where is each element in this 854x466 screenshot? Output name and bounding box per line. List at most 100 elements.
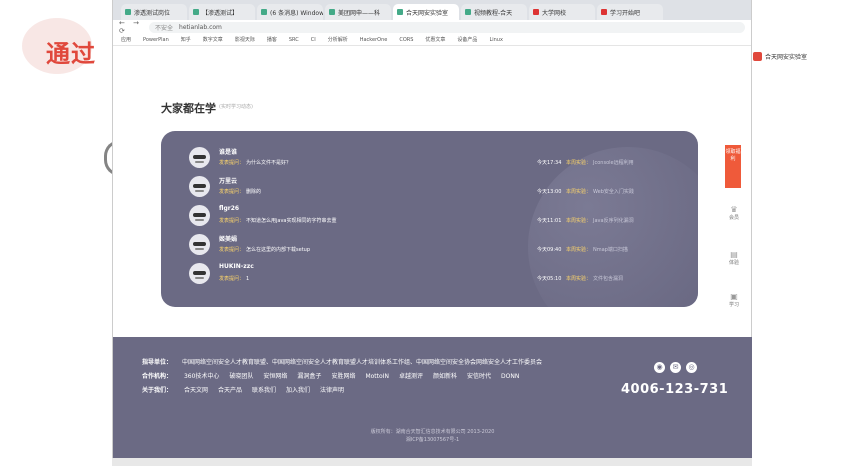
feed-post-text: 不知道怎么用java实现相同的字符串去重 <box>246 218 337 224</box>
browser-tab[interactable]: 视频教程-合天 <box>461 4 527 20</box>
bookmark-item[interactable]: 应用 <box>121 36 131 43</box>
bookmark-item[interactable]: 影视天际 <box>235 36 255 43</box>
bookmark-item[interactable]: CORS <box>399 37 413 43</box>
footer-about-link[interactable]: 加入我们 <box>286 387 310 394</box>
tab-label: 学习开始吧 <box>610 9 641 17</box>
bookmark-item[interactable]: 数字文章 <box>203 36 223 43</box>
footer-partner-row: 合作机构： 360技术中心 破晓团队 安恒网络 漏洞盒子 安胜网络 MottoIN 卓越测评… <box>142 371 529 380</box>
feed-row[interactable]: flgr26 发表提问： 不知道怎么用java实现相同的字符串去重 今天11:01 本周… <box>189 203 679 231</box>
bookmark-item[interactable]: 设备产品 <box>457 36 477 43</box>
feed-row[interactable]: 万里云 发表提问： 删除的 今天13:00 本周实验： Web安全入门实践 <box>189 174 679 202</box>
feed-user-name[interactable]: 万里云 <box>219 176 237 185</box>
browser-tab[interactable]: (6 条消息) Window <box>257 4 323 20</box>
footer-partner-link[interactable]: 破晓团队 <box>229 373 253 380</box>
bookmark-item[interactable]: 播客 <box>267 36 277 43</box>
footer-guide-label: 指导单位： <box>142 359 173 366</box>
url-field[interactable]: 不安全 hetianlab.com <box>149 21 745 33</box>
feed-lab[interactable]: 本周实验： Web安全入门实践 <box>566 188 634 195</box>
feed-row[interactable]: 姬美娟 发表提问： 怎么在这里的内部下载setup 今天09:40 本周实验： Nmap端… <box>189 232 679 260</box>
bookmark-item[interactable]: PowerPlan <box>143 37 169 43</box>
footer-about-link[interactable]: 合天产品 <box>218 387 242 394</box>
overlay-right-panel <box>752 0 854 466</box>
footer-phone: 4006-123-731 <box>621 382 729 397</box>
feed-lab[interactable]: 本周实验： 文件包含漏洞 <box>566 275 623 282</box>
bookmark-item[interactable]: Linux <box>489 37 502 43</box>
tab-label: 【渗透测试】 <box>202 9 239 17</box>
feed-time: 今天05:10 <box>537 276 562 282</box>
avatar <box>189 147 210 168</box>
sidebar-item-learn[interactable]: ▣ 学习 <box>727 292 741 308</box>
status-bar <box>112 458 752 466</box>
footer-about-link[interactable]: 联系我们 <box>252 387 276 394</box>
browser-tab[interactable]: 渗透测试岗位 <box>121 4 187 20</box>
weibo-icon[interactable]: ◎ <box>686 362 697 373</box>
bookmarks-bar: 应用 PowerPlan 知乎 数字文章 影视天际 播客 SRC CI 分析解析 HackerOn… <box>113 34 751 46</box>
footer-partner-link[interactable]: DONN <box>501 373 519 380</box>
feed-lab[interactable]: 本周实验： Java反序列化漏洞 <box>566 217 634 224</box>
browser-tab[interactable]: 学习开始吧 <box>597 4 663 20</box>
browser-tab[interactable]: 大学网校 <box>529 4 595 20</box>
browser-tab[interactable]: 【渗透测试】 <box>189 4 255 20</box>
feed-row[interactable]: HUKIN-zzc 发表提问： 1 今天05:10 本周实验： 文件包含漏洞 <box>189 261 679 289</box>
avatar <box>189 205 210 226</box>
feed-lab-name: Web安全入门实践 <box>593 189 634 195</box>
security-indicator[interactable]: 不安全 <box>155 23 173 32</box>
overlay-logo: 合天网安实验室 <box>753 52 807 61</box>
footer-about-link[interactable]: 法律声明 <box>320 387 344 394</box>
url-text[interactable]: hetianlab.com <box>179 24 222 31</box>
wechat-icon[interactable]: ✉ <box>670 362 681 373</box>
screen: 通过 渗透测试岗位 【渗透测试】 (6 条消息) Window 美团网申——科 合天网安… <box>0 0 854 466</box>
browser-tab[interactable]: 美团网申——科 <box>325 4 391 20</box>
feed-post-text: 删除的 <box>246 189 262 195</box>
avatar <box>189 234 210 255</box>
feed-post[interactable]: 发表提问： 为什么文件不是好？ <box>219 159 291 166</box>
feed-user-name[interactable]: flgr26 <box>219 205 239 212</box>
sidebar-item-trial[interactable]: ▤ 体验 <box>727 250 741 266</box>
qq-icon[interactable]: ◉ <box>654 362 665 373</box>
sidebar-item-vip[interactable]: ♛ 会员 <box>727 205 741 221</box>
footer-partner-link[interactable]: 安胜网络 <box>331 373 355 380</box>
feed-lab[interactable]: 本周实验： Nmap端口扫描 <box>566 246 628 253</box>
feed-lab-label: 本周实验： <box>566 247 592 253</box>
browser-window: 渗透测试岗位 【渗透测试】 (6 条消息) Window 美团网申——科 合天网安实验室… <box>112 0 752 466</box>
footer-partner-link[interactable]: 360技术中心 <box>184 373 219 380</box>
footer-partner-link[interactable]: 卓越测评 <box>399 373 423 380</box>
nav-buttons[interactable]: ← → ⟳ <box>119 19 149 35</box>
footer-partner-label: 合作机构： <box>142 373 173 380</box>
sidebar-promo-button[interactable]: 领取福利 <box>725 145 741 188</box>
feed-lab[interactable]: 本周实验： Jconsole远程利用 <box>566 159 634 166</box>
tab-favicon-icon <box>329 9 335 15</box>
tab-favicon-icon <box>261 9 267 15</box>
bookmark-item[interactable]: 优惠文章 <box>425 36 445 43</box>
footer-partner-link[interactable]: 颜如新科 <box>433 373 457 380</box>
tab-label: 美团网申——科 <box>338 9 381 17</box>
footer-partner-link[interactable]: 安信时代 <box>467 373 491 380</box>
footer-partner-link[interactable]: 安恒网络 <box>263 373 287 380</box>
feed-post[interactable]: 发表提问： 1 <box>219 275 249 282</box>
section-title: 大家都在学 <box>161 102 216 115</box>
bookmark-item[interactable]: 分析解析 <box>328 36 348 43</box>
feed-post[interactable]: 发表提问： 怎么在这里的内部下载setup <box>219 246 310 253</box>
footer-partner-link[interactable]: MottoIN <box>365 373 388 380</box>
footer-icp[interactable]: 湘ICP备13007567号-1 <box>113 436 752 443</box>
feed-post-label: 发表提问： <box>219 160 245 166</box>
footer-partner-link[interactable]: 漏洞盒子 <box>297 373 321 380</box>
bookmark-item[interactable]: CI <box>311 37 316 43</box>
browser-tab[interactable]: 合天网安实验室 <box>393 4 459 20</box>
footer-about-link[interactable]: 合天文网 <box>184 387 208 394</box>
overlay-title: 通过 <box>46 40 96 68</box>
feed-row[interactable]: 谁是谁 发表提问： 为什么文件不是好？ 今天17:34 本周实验： Jconsole远程利… <box>189 145 679 173</box>
feed-user-name[interactable]: 姬美娟 <box>219 234 237 243</box>
tab-label: 合天网安实验室 <box>406 9 449 17</box>
tab-label: 大学网校 <box>542 9 567 17</box>
bookmark-item[interactable]: 知乎 <box>181 36 191 43</box>
avatar <box>189 263 210 284</box>
bookmark-item[interactable]: SRC <box>289 37 299 43</box>
avatar <box>189 176 210 197</box>
feed-post[interactable]: 发表提问： 删除的 <box>219 188 261 195</box>
feed-user-name[interactable]: 谁是谁 <box>219 147 237 156</box>
feed-post[interactable]: 发表提问： 不知道怎么用java实现相同的字符串去重 <box>219 217 337 224</box>
feed-user-name[interactable]: HUKIN-zzc <box>219 263 254 270</box>
feed-lab-label: 本周实验： <box>566 189 592 195</box>
bookmark-item[interactable]: HackerOne <box>360 37 388 43</box>
